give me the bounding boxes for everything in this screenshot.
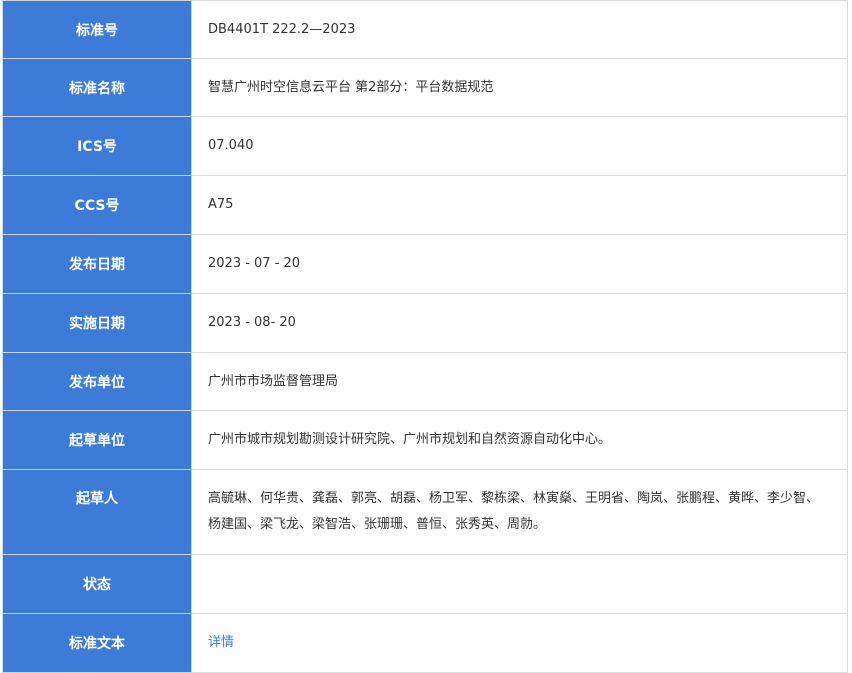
label-standard-number: 标准号 bbox=[2, 0, 192, 59]
label-status: 状态 bbox=[2, 554, 192, 614]
value-issuing-unit: 广州市市场监督管理局 bbox=[191, 352, 848, 411]
row-status: 状态 bbox=[2, 554, 848, 614]
label-ccs-number: CCS号 bbox=[2, 175, 192, 235]
label-standard-text: 标准文本 bbox=[2, 613, 192, 673]
value-implementation-date: 2023 - 08- 20 bbox=[191, 293, 848, 353]
row-issuing-unit: 发布单位 广州市市场监督管理局 bbox=[2, 352, 848, 411]
value-ccs-number: A75 bbox=[191, 175, 848, 235]
value-standard-name: 智慧广州时空信息云平台 第2部分：平台数据规范 bbox=[191, 58, 848, 117]
row-drafters: 起草人 高毓琳、何华贵、龚磊、郭亮、胡磊、杨卫军、黎栋梁、林寅燊、王明省、陶岚、… bbox=[2, 469, 848, 555]
value-drafting-unit: 广州市城市规划勘测设计研究院、广州市规划和自然资源自动化中心。 bbox=[191, 410, 848, 470]
label-issuing-unit: 发布单位 bbox=[2, 352, 192, 411]
value-release-date: 2023 - 07 - 20 bbox=[191, 234, 848, 294]
row-ics-number: ICS号 07.040 bbox=[2, 116, 848, 176]
value-status bbox=[191, 554, 848, 614]
row-standard-name: 标准名称 智慧广州时空信息云平台 第2部分：平台数据规范 bbox=[2, 58, 848, 117]
value-standard-number: DB4401T 222.2—2023 bbox=[191, 0, 848, 59]
row-drafting-unit: 起草单位 广州市城市规划勘测设计研究院、广州市规划和自然资源自动化中心。 bbox=[2, 410, 848, 470]
row-standard-number: 标准号 DB4401T 222.2—2023 bbox=[2, 0, 848, 59]
label-ics-number: ICS号 bbox=[2, 116, 192, 176]
row-implementation-date: 实施日期 2023 - 08- 20 bbox=[2, 293, 848, 353]
label-implementation-date: 实施日期 bbox=[2, 293, 192, 353]
label-drafting-unit: 起草单位 bbox=[2, 410, 192, 470]
row-ccs-number: CCS号 A75 bbox=[2, 175, 848, 235]
value-drafters: 高毓琳、何华贵、龚磊、郭亮、胡磊、杨卫军、黎栋梁、林寅燊、王明省、陶岚、张鹏程、… bbox=[191, 469, 848, 555]
row-release-date: 发布日期 2023 - 07 - 20 bbox=[2, 234, 848, 294]
label-standard-name: 标准名称 bbox=[2, 58, 192, 117]
standard-info-table: 标准号 DB4401T 222.2—2023 标准名称 智慧广州时空信息云平台 … bbox=[2, 0, 848, 673]
value-standard-text-cell: 详情 bbox=[191, 613, 848, 673]
row-standard-text: 标准文本 详情 bbox=[2, 613, 848, 673]
label-drafters: 起草人 bbox=[2, 469, 192, 555]
label-release-date: 发布日期 bbox=[2, 234, 192, 294]
value-ics-number: 07.040 bbox=[191, 116, 848, 176]
details-link[interactable]: 详情 bbox=[208, 635, 234, 650]
